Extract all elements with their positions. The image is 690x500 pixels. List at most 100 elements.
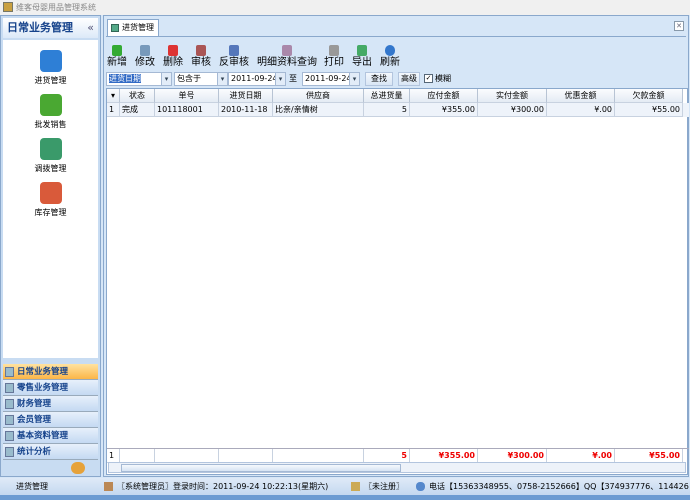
nav-basic-data[interactable]: 基本资料管理: [3, 428, 98, 444]
cell-owed: ¥55.00: [615, 103, 683, 117]
nav-icon: [5, 383, 14, 393]
button-label: 新增: [107, 57, 127, 68]
detail-query-button[interactable]: 明细资料查询: [256, 43, 318, 69]
search-button[interactable]: 查找: [365, 72, 393, 86]
advanced-button[interactable]: 高级: [398, 72, 420, 86]
horizontal-scrollbar[interactable]: [108, 462, 686, 473]
summary-count: 1: [107, 449, 120, 463]
field-value: 进货日期: [109, 74, 141, 83]
lock-icon: [351, 482, 360, 491]
phone-icon: [416, 482, 425, 491]
collapse-button[interactable]: «: [87, 18, 94, 38]
delete-button[interactable]: 删除: [162, 43, 184, 69]
date-from-value: 2011-09-24: [231, 74, 278, 83]
chevron-down-icon: ▾: [349, 73, 359, 85]
nav-daily[interactable]: 日常业务管理: [3, 364, 98, 380]
add-button[interactable]: 新增: [106, 43, 128, 69]
module-label: 批发销售: [34, 120, 67, 129]
print-button[interactable]: 打印: [323, 43, 345, 69]
col-supplier[interactable]: 供应商: [273, 89, 364, 103]
col-qty[interactable]: 总进货量: [364, 89, 410, 103]
sidebar-title: 日常业务管理: [7, 21, 73, 34]
grid-header: ▾ 状态 单号 进货日期 供应商 总进货量 应付金额 实付金额 优惠金额 欠款金…: [107, 89, 689, 103]
button-label: 刷新: [380, 57, 400, 68]
col-paid[interactable]: 实付金额: [478, 89, 547, 103]
row-number: 1: [107, 103, 120, 117]
operator-select[interactable]: 包含于 ▾: [174, 72, 228, 86]
edit-button[interactable]: 修改: [134, 43, 156, 69]
user-icon: [104, 482, 113, 491]
status-registration: 〖未注册〗: [364, 482, 404, 491]
operator-value: 包含于: [177, 74, 201, 83]
cell-qty: 5: [364, 103, 410, 117]
nav-statistics[interactable]: 统计分析: [3, 444, 98, 460]
cell-status: 完成: [120, 103, 155, 117]
module-label: 库存管理: [34, 208, 67, 217]
status-module: 进货管理: [16, 482, 48, 491]
button-label: 修改: [135, 57, 155, 68]
fuzzy-checkbox[interactable]: ✓: [424, 74, 433, 83]
col-order-no[interactable]: 单号: [155, 89, 219, 103]
date-to-input[interactable]: 2011-09-24 ▾: [302, 72, 360, 86]
scrollbar-thumb[interactable]: [121, 464, 401, 472]
nav-retail[interactable]: 零售业务管理: [3, 380, 98, 396]
module-label: 调拨管理: [34, 164, 67, 173]
chevron-down-icon: ▾: [275, 73, 285, 85]
date-from-input[interactable]: 2011-09-24 ▾: [228, 72, 286, 86]
summary-qty: 5: [364, 449, 410, 463]
nav-icon: [5, 399, 14, 409]
filter-bar: 进货日期 ▾ 包含于 ▾ 2011-09-24 ▾ 至 2011-09-24 ▾ 查找 …: [106, 72, 686, 87]
bottom-strip: [0, 495, 690, 500]
date-to-value: 2011-09-24: [305, 74, 352, 83]
approve-button[interactable]: 审核: [190, 43, 212, 69]
tab-purchase[interactable]: 进货管理: [107, 19, 159, 36]
sidebar-header: 日常业务管理 «: [3, 18, 98, 38]
nav-label: 财务管理: [17, 399, 52, 409]
col-discount[interactable]: 优惠金额: [547, 89, 615, 103]
summary-owed: ¥55.00: [615, 449, 683, 463]
col-payable[interactable]: 应付金额: [410, 89, 478, 103]
refresh-button[interactable]: 刷新: [379, 43, 401, 69]
close-tab-button[interactable]: ✕: [674, 21, 684, 31]
nav-label: 零售业务管理: [17, 383, 69, 393]
window-title: 维客母婴用品管理系统: [16, 3, 96, 12]
unapprove-icon: [229, 45, 239, 56]
chevron-down-icon: ▾: [217, 73, 227, 85]
table-row[interactable]: 1 完成 101118001 2010-11-18 比亲/亲情树 5 ¥355.…: [107, 103, 689, 117]
export-button[interactable]: 导出: [351, 43, 373, 69]
edit-icon: [140, 45, 150, 56]
nav-finance[interactable]: 财务管理: [3, 396, 98, 412]
nav-member[interactable]: 会员管理: [3, 412, 98, 428]
cell-supplier: 比亲/亲情树: [273, 103, 364, 117]
summary-row: 1 5 ¥355.00 ¥300.00 ¥.00 ¥55.00: [107, 448, 689, 463]
detail-icon: [282, 45, 292, 56]
module-label: 进货管理: [34, 76, 67, 85]
field-select[interactable]: 进货日期 ▾: [106, 72, 172, 86]
row-selector-header[interactable]: ▾: [107, 89, 120, 103]
unapprove-button[interactable]: 反审核: [218, 43, 250, 69]
button-label: 明细资料查询: [257, 57, 317, 68]
print-icon: [329, 45, 339, 56]
module-purchase[interactable]: 进货管理: [3, 50, 98, 86]
module-transfer[interactable]: 调拨管理: [3, 138, 98, 174]
summary-paid: ¥300.00: [478, 449, 547, 463]
purchase-grid: ▾ 状态 单号 进货日期 供应商 总进货量 应付金额 实付金额 优惠金额 欠款金…: [106, 88, 689, 475]
cell-paid: ¥300.00: [478, 103, 547, 117]
nav-icon: [5, 431, 14, 441]
nav-label: 统计分析: [17, 447, 52, 457]
module-wholesale[interactable]: 批发销售: [3, 94, 98, 130]
status-bar: 进货管理 〖系统管理员〗登录时间：2011-09-24 10:22:13(星期六…: [0, 478, 690, 495]
col-status[interactable]: 状态: [120, 89, 155, 103]
button-label: 打印: [324, 57, 344, 68]
export-icon: [357, 45, 367, 56]
col-owed[interactable]: 欠款金额: [615, 89, 683, 103]
module-inventory[interactable]: 库存管理: [3, 182, 98, 218]
refresh-icon: [385, 45, 395, 56]
title-bar: 维客母婴用品管理系统: [0, 0, 690, 15]
to-label: 至: [289, 74, 297, 83]
button-label: 审核: [191, 57, 211, 68]
summary-discount: ¥.00: [547, 449, 615, 463]
users-menu-icon[interactable]: [71, 462, 85, 474]
col-date[interactable]: 进货日期: [219, 89, 273, 103]
cell-payable: ¥355.00: [410, 103, 478, 117]
